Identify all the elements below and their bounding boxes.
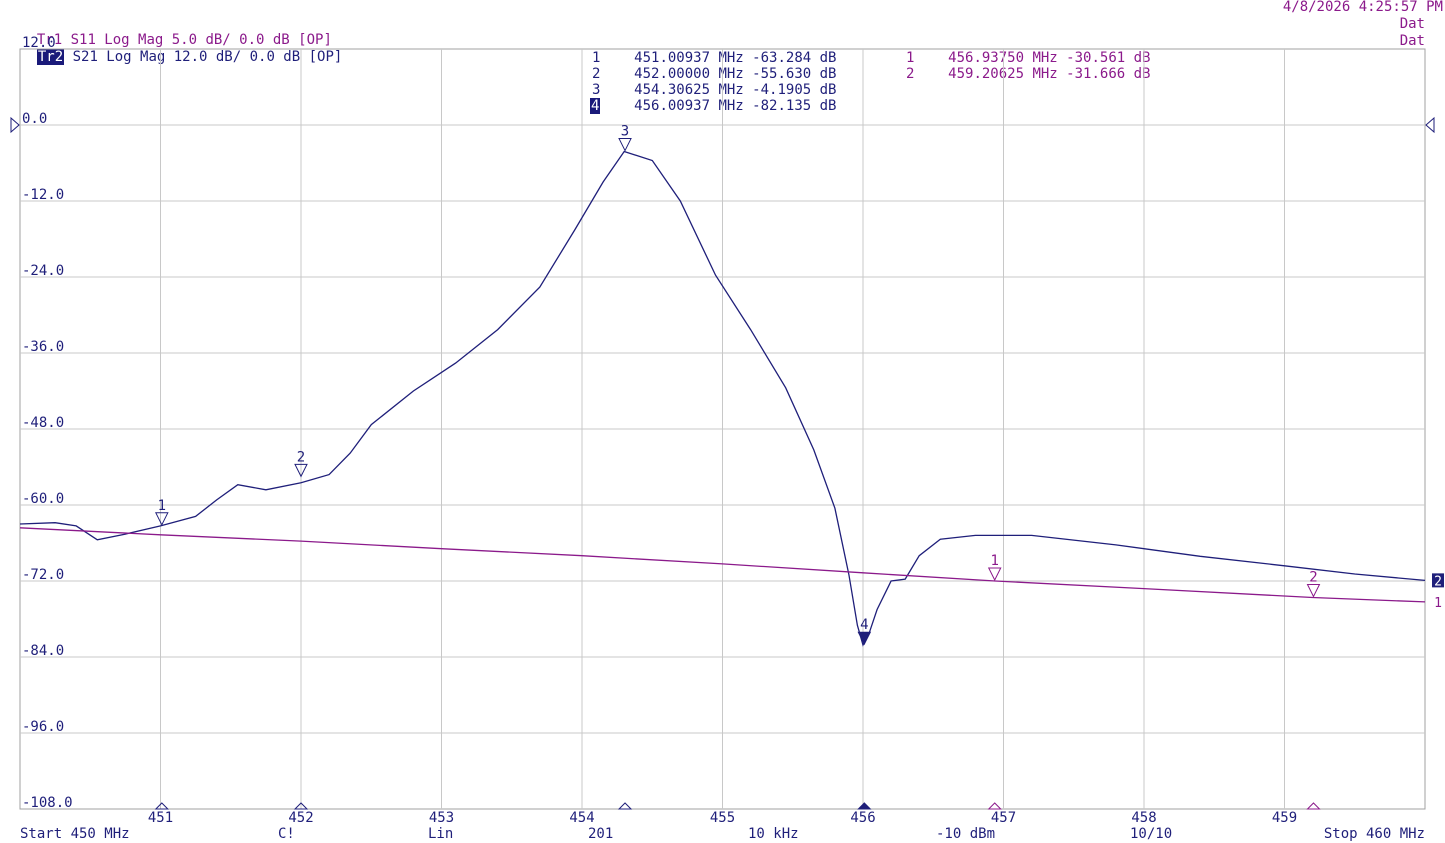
y-tick-label: -72.0	[22, 567, 64, 583]
marker-label: 1	[158, 498, 166, 514]
marker-axis-indicator	[154, 802, 170, 810]
marker-label: 2	[297, 449, 305, 465]
footer-cal[interactable]: C!	[278, 826, 295, 842]
marker-triangle	[987, 567, 1002, 582]
footer-stop[interactable]: Stop 460 MHz	[1324, 826, 1425, 842]
x-tick-label: 453	[429, 810, 454, 826]
marker-triangle	[155, 512, 169, 526]
marker-axis-indicator	[857, 802, 872, 810]
x-tick-label: 452	[288, 810, 313, 826]
trace2-end-label: 2	[1434, 574, 1442, 589]
marker-axis-indicator	[1306, 802, 1321, 810]
x-tick-label: 459	[1272, 810, 1297, 826]
y-tick-label: 0.0	[22, 111, 47, 127]
marker-label: 1	[991, 553, 999, 569]
y-tick-label: -24.0	[22, 263, 64, 279]
footer-avg[interactable]: 10/10	[1130, 826, 1172, 842]
y-tick-label: -84.0	[22, 643, 64, 659]
marker-axis-indicator	[617, 802, 633, 810]
footer-ifbw[interactable]: 10 kHz	[748, 826, 799, 842]
reference-arrow-right	[1425, 116, 1435, 134]
marker-label: 3	[621, 124, 629, 140]
marker-label: 2	[1309, 570, 1317, 586]
trace1-end-label: 1	[1434, 596, 1442, 611]
x-tick-label: 451	[148, 810, 173, 826]
marker-label: 4	[860, 617, 868, 633]
y-tick-label: -36.0	[22, 339, 64, 355]
x-tick-label: 458	[1131, 810, 1156, 826]
y-tick-label: 12.0	[22, 35, 56, 51]
x-tick-label: 455	[710, 810, 735, 826]
y-tick-label: -96.0	[22, 719, 64, 735]
marker-triangle	[1306, 584, 1321, 598]
y-tick-label: -108.0	[22, 795, 73, 811]
y-tick-label: -60.0	[22, 491, 64, 507]
x-tick-label: 457	[991, 810, 1016, 826]
footer-power[interactable]: -10 dBm	[936, 826, 995, 842]
marker-axis-indicator	[987, 802, 1002, 810]
y-tick-label: -12.0	[22, 187, 64, 203]
footer-points[interactable]: 201	[588, 826, 613, 842]
reference-arrow-left	[10, 116, 20, 134]
y-tick-label: -48.0	[22, 415, 64, 431]
footer-sweep[interactable]: Lin	[428, 826, 453, 842]
marker-triangle	[618, 138, 632, 152]
marker-triangle	[857, 631, 872, 646]
x-tick-label: 454	[569, 810, 594, 826]
vna-chart[interactable]: 12.0 0.0 -12.0 -24.0 -36.0 -48.0 -60.0 -72.0 -84…	[0, 0, 1445, 843]
x-tick-label: 456	[850, 810, 875, 826]
footer-start[interactable]: Start 450 MHz	[20, 826, 130, 842]
